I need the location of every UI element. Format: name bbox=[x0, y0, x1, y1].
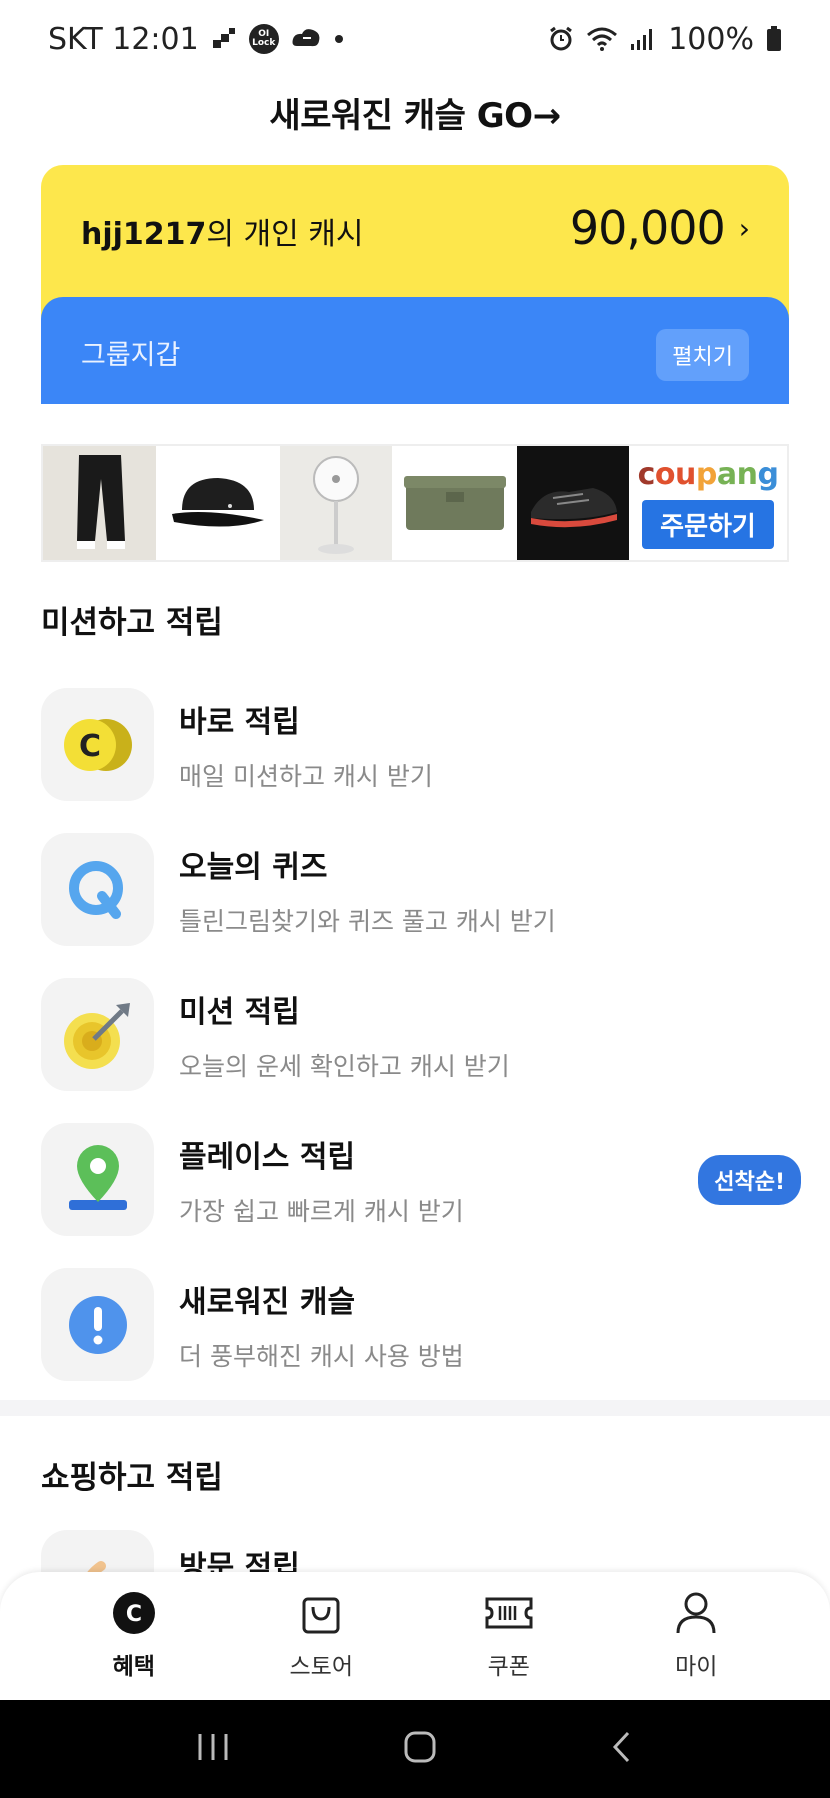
coupang-brand: coupang 주문하기 bbox=[629, 446, 787, 560]
status-left: SKT 12:01 OI Lock bbox=[48, 22, 343, 57]
mission-subtitle: 가장 쉽고 빠르게 캐시 받기 bbox=[179, 1196, 464, 1226]
carrier-time: SKT 12:01 bbox=[48, 21, 199, 57]
nav-store[interactable]: 스토어 bbox=[261, 1591, 381, 1681]
data-transfer-icon bbox=[211, 28, 237, 50]
home-button[interactable] bbox=[403, 1730, 437, 1768]
nav-benefits[interactable]: C 혜택 bbox=[74, 1591, 194, 1681]
username: hjj1217 bbox=[81, 217, 207, 252]
expand-button[interactable]: 펼치기 bbox=[656, 329, 749, 381]
mission-section-title: 미션하고 적립 bbox=[41, 605, 223, 641]
svg-text:C: C bbox=[78, 729, 100, 764]
first-come-badge: 선착순! bbox=[698, 1154, 801, 1205]
mission-item-quiz[interactable]: 오늘의 퀴즈 틀린그림찾기와 퀴즈 풀고 캐시 받기 bbox=[41, 817, 801, 962]
mission-item-renewal[interactable]: 새로워진 캐슬 더 풍부해진 캐시 사용 방법 bbox=[41, 1252, 801, 1397]
shopping-section-title: 쇼핑하고 적립 bbox=[41, 1460, 223, 1496]
target-icon bbox=[41, 978, 154, 1091]
mission-title: 플레이스 적립 bbox=[179, 1139, 356, 1175]
mission-title: 바로 적립 bbox=[179, 704, 300, 740]
coin-icon: C bbox=[41, 688, 154, 801]
status-right: 100% bbox=[548, 22, 782, 57]
mission-title: 미션 적립 bbox=[179, 994, 300, 1030]
cash-c-icon: C bbox=[112, 1591, 156, 1639]
back-button[interactable] bbox=[610, 1730, 634, 1768]
main-sheet: coupang 주문하기 미션하고 적립 C 바로 적립 매일 미션하고 캐시 … bbox=[0, 404, 830, 1734]
notification-dot bbox=[334, 35, 343, 43]
cloud-icon bbox=[291, 26, 323, 52]
section-divider bbox=[0, 1400, 830, 1416]
nav-label: 마이 bbox=[675, 1654, 718, 1680]
ticket-icon bbox=[484, 1591, 534, 1639]
mission-list: C 바로 적립 매일 미션하고 캐시 받기 오늘의 퀴즈 틀린그림찾기와 퀴즈 … bbox=[41, 672, 801, 1397]
info-icon bbox=[41, 1268, 154, 1381]
shopping-bag-icon bbox=[299, 1591, 343, 1639]
location-pin-icon bbox=[41, 1123, 154, 1236]
cash-owner-suffix: 의 개인 캐시 bbox=[206, 217, 364, 252]
nav-label: 스토어 bbox=[289, 1654, 353, 1680]
nav-coupon[interactable]: 쿠폰 bbox=[449, 1591, 569, 1681]
order-button[interactable]: 주문하기 bbox=[642, 500, 774, 549]
mission-item-instant[interactable]: C 바로 적립 매일 미션하고 캐시 받기 bbox=[41, 672, 801, 817]
mission-subtitle: 오늘의 운세 확인하고 캐시 받기 bbox=[179, 1051, 510, 1081]
mission-title: 새로워진 캐슬 bbox=[179, 1284, 356, 1320]
recent-apps-button[interactable] bbox=[196, 1732, 230, 1766]
cash-amount: 90,000 › bbox=[569, 201, 750, 255]
group-wallet-title: 그룹지갑 bbox=[81, 340, 181, 371]
ad-storage-box-image bbox=[392, 446, 517, 560]
coupang-logo: coupang bbox=[637, 457, 779, 492]
ad-sneaker-image bbox=[517, 446, 629, 560]
battery-icon bbox=[766, 26, 782, 52]
ad-fan-image bbox=[280, 446, 392, 560]
bottom-nav: C 혜택 스토어 쿠폰 마이 bbox=[0, 1572, 830, 1700]
mission-subtitle: 매일 미션하고 캐시 받기 bbox=[179, 761, 433, 791]
person-icon bbox=[674, 1591, 718, 1639]
system-nav-bar bbox=[0, 1700, 830, 1798]
mission-subtitle: 더 풍부해진 캐시 사용 방법 bbox=[179, 1341, 464, 1371]
svg-text:C: C bbox=[126, 1602, 142, 1627]
coupang-ad-banner[interactable]: coupang 주문하기 bbox=[41, 444, 789, 562]
lock-app-icon: OI Lock bbox=[248, 24, 279, 54]
mission-subtitle: 틀린그림찾기와 퀴즈 풀고 캐시 받기 bbox=[179, 906, 556, 936]
wifi-icon bbox=[586, 27, 618, 51]
chevron-right-icon: › bbox=[738, 211, 750, 245]
renewal-banner-link[interactable]: 새로워진 캐슬 GO→ bbox=[0, 88, 830, 137]
mission-item-place[interactable]: 플레이스 적립 가장 쉽고 빠르게 캐시 받기 선착순! bbox=[41, 1107, 801, 1252]
quiz-icon bbox=[41, 833, 154, 946]
battery-percent: 100% bbox=[668, 21, 754, 57]
ad-pants-image bbox=[43, 446, 156, 560]
cash-owner: hjj1217의 개인 캐시 bbox=[81, 209, 364, 253]
nav-my[interactable]: 마이 bbox=[636, 1591, 756, 1681]
nav-label: 쿠폰 bbox=[487, 1654, 530, 1680]
signal-icon bbox=[630, 28, 656, 50]
mission-item-mission[interactable]: 미션 적립 오늘의 운세 확인하고 캐시 받기 bbox=[41, 962, 801, 1107]
mission-title: 오늘의 퀴즈 bbox=[179, 849, 328, 885]
status-bar: SKT 12:01 OI Lock 100% bbox=[0, 0, 830, 78]
alarm-icon bbox=[548, 26, 574, 52]
cash-amount-value: 90,000 bbox=[569, 201, 726, 255]
ad-cap-image bbox=[156, 446, 280, 560]
nav-label: 혜택 bbox=[112, 1654, 155, 1680]
